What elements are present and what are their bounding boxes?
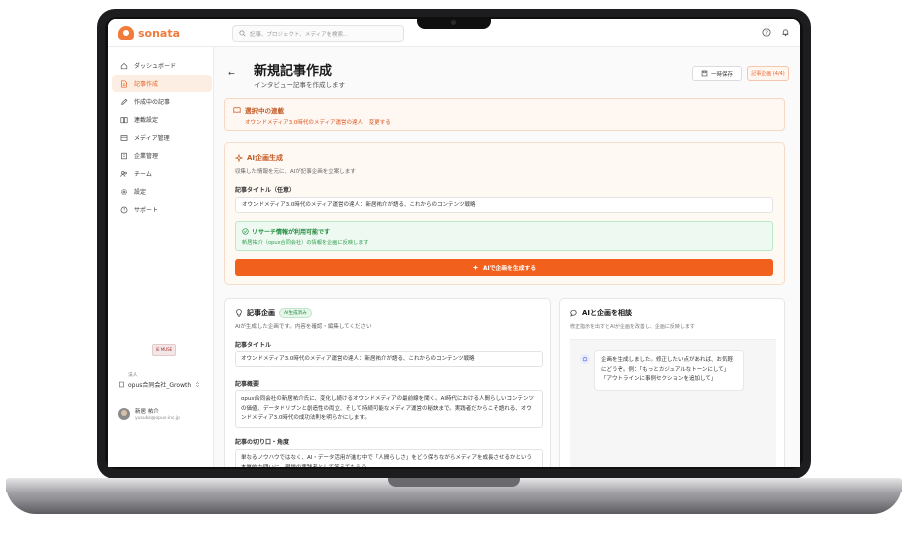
plan-summary-textarea[interactable]: opus合同会社の新居祐介氏に、変化し続けるオウンドメディアの最前線を聞く。AI…: [235, 390, 543, 428]
sidebar-item-series[interactable]: 連載設定: [112, 111, 212, 128]
sidebar-item-label: 設定: [134, 189, 147, 196]
chat-icon: [570, 309, 577, 317]
sidebar: ダッシュボード 記事作成 作成中の記事 連載設定 メディア管理 企業管理 チーム…: [108, 47, 214, 467]
selected-series-box: 選択中の連載 オウンドメディア3.0時代のメディア運営の達人 変更する: [224, 98, 785, 131]
sidebar-item-company[interactable]: 企業管理: [112, 147, 212, 164]
pencil-icon: [121, 98, 128, 105]
title-field-label: 記事タイトル（任意）: [235, 187, 296, 194]
chat-message-panel: 企画を生成しました。修正したい点があれば、お気軽にどうぞ。例：「もっとカジュアル…: [570, 339, 776, 467]
sidebar-item-media[interactable]: メディア管理: [112, 129, 212, 146]
help-icon[interactable]: ?: [762, 28, 771, 37]
sidebar-item-label: 連載設定: [134, 117, 159, 124]
sidebar-nav: ダッシュボード 記事作成 作成中の記事 連載設定 メディア管理 企業管理 チーム…: [112, 57, 212, 219]
laptop-hinge: [388, 478, 520, 487]
document-icon: [121, 79, 127, 88]
save-icon: [701, 70, 708, 77]
app-logo[interactable]: sonata: [118, 26, 180, 40]
chat-title: AIと企画を相談: [582, 309, 633, 317]
svg-text:?: ?: [123, 207, 125, 212]
gear-icon: [121, 188, 127, 195]
sidebar-item-dashboard[interactable]: ダッシュボード: [112, 57, 212, 74]
plan-title-input[interactable]: オウンドメディア3.0時代のメディア運営の達人：新居祐介が語る、これからのコンテ…: [235, 351, 543, 367]
plan-title-label: 記事タイトル: [235, 342, 272, 349]
team-icon: [120, 170, 127, 177]
main-content: ← 新規記事作成 インタビュー記事を作成します 一時保存 記事企画 (4/4) …: [214, 47, 800, 467]
book-open-icon: [233, 107, 241, 113]
plan-summary-label: 記事概要: [235, 381, 260, 388]
research-description: 新居祐介（opus合同会社）の情報を企画に反映します: [242, 240, 369, 246]
ai-generate-description: 収集した情報を元に、AIが記事企画を立案します: [235, 169, 356, 175]
page-title: 新規記事作成: [254, 64, 333, 79]
selected-series-value: オウンドメディア3.0時代のメディア運営の達人: [245, 120, 363, 126]
lightbulb-icon: [236, 309, 242, 317]
save-draft-label: 一時保存: [710, 71, 733, 78]
research-notice: リサーチ情報が利用可能です 新居祐介（opus合同会社）の情報を企画に反映します: [235, 221, 773, 251]
building-icon: [119, 381, 124, 388]
sparkle-icon: [235, 154, 243, 162]
research-title: リサーチ情報が利用可能です: [252, 229, 331, 236]
sidebar-item-label: 記事作成: [134, 81, 159, 88]
check-circle-icon: [242, 228, 249, 235]
org-switcher[interactable]: 法人 opus合同会社_Growth: [118, 371, 210, 389]
chat-description: 修正指示を出すとAIが企画を改善し、企画に反映します: [570, 324, 695, 330]
home-icon: [120, 62, 128, 69]
page-subtitle: インタビュー記事を作成します: [254, 81, 345, 89]
title-input[interactable]: オウンドメディア3.0時代のメディア運営の達人：新居祐介が語る、これからのコンテ…: [235, 197, 773, 213]
bot-icon: [582, 356, 588, 362]
book-icon: [120, 116, 128, 123]
search-icon: [239, 30, 246, 37]
change-series-link[interactable]: 変更する: [369, 120, 391, 126]
sidebar-item-article-create[interactable]: 記事作成: [112, 75, 212, 92]
plan-angle-label: 記事の切り口・角度: [235, 439, 290, 446]
plan-angle-textarea[interactable]: 単なるノウハウではなく、AI・データ活用が進む中で「人間らしさ」をどう保ちながら…: [235, 449, 543, 467]
sidebar-item-label: メディア管理: [134, 135, 170, 142]
ai-generate-panel: AI企画生成 収集した情報を元に、AIが記事企画を立案します 記事タイトル（任意…: [224, 142, 785, 285]
sidebar-item-label: チーム: [134, 171, 152, 178]
avatar: [118, 408, 130, 420]
chevron-updown-icon: [196, 381, 200, 388]
generate-plan-button[interactable]: AIで企画を生成する: [235, 259, 773, 276]
svg-text:?: ?: [765, 30, 768, 36]
logo-icon: [118, 26, 134, 40]
user-profile[interactable]: 新居 祐介 yusuke@opus-inc.jp: [118, 407, 210, 421]
help-icon: ?: [120, 206, 128, 213]
search-placeholder: 記事、プロジェクト、メディアを検索...: [250, 31, 349, 38]
user-email: yusuke@opus-inc.jp: [135, 416, 180, 421]
camera-icon: [451, 20, 456, 25]
promo-banner[interactable]: IE MUSE: [152, 344, 176, 356]
media-icon: [120, 134, 128, 141]
step-badge: 記事企画 (4/4): [747, 66, 789, 81]
app-screen: sonata 記事、プロジェクト、メディアを検索... ? ダッシュボード 記事…: [108, 19, 800, 467]
sidebar-item-drafts[interactable]: 作成中の記事: [112, 93, 212, 110]
search-input[interactable]: 記事、プロジェクト、メディアを検索...: [232, 25, 404, 42]
org-label: 法人: [128, 373, 138, 378]
sidebar-item-settings[interactable]: 設定: [112, 183, 212, 200]
sparkle-icon: [472, 264, 479, 271]
sidebar-item-team[interactable]: チーム: [112, 165, 212, 182]
building-icon: [121, 152, 127, 159]
sidebar-item-label: 作成中の記事: [134, 99, 171, 106]
ai-chat-card: AIと企画を相談 修正指示を出すとAIが企画を改善し、企画に反映します 企画を生…: [559, 298, 785, 467]
article-plan-card: 記事企画 AI生成済み AIが生成した企画です。内容を確認・編集してください 記…: [224, 298, 551, 467]
brand-name: sonata: [138, 26, 181, 40]
bot-avatar: [580, 354, 590, 364]
save-draft-button[interactable]: 一時保存: [692, 66, 742, 81]
bell-icon[interactable]: [781, 28, 790, 37]
sidebar-item-label: 企業管理: [134, 153, 159, 160]
plan-title: 記事企画: [247, 309, 275, 317]
sidebar-item-label: ダッシュボード: [134, 63, 177, 70]
user-name: 新居 祐介: [135, 409, 159, 415]
ai-generated-badge: AI生成済み: [279, 308, 312, 318]
sidebar-item-support[interactable]: ? サポート: [112, 201, 212, 218]
generate-plan-label: AIで企画を生成する: [482, 266, 537, 272]
back-arrow-icon[interactable]: ←: [228, 69, 235, 78]
selected-series-title: 選択中の連載: [245, 107, 284, 115]
org-name: opus合同会社_Growth: [128, 382, 192, 389]
ai-generate-title: AI企画生成: [247, 154, 284, 162]
sidebar-item-label: サポート: [134, 207, 159, 214]
chat-message: 企画を生成しました。修正したい点があれば、お気軽にどうぞ。例：「もっとカジュアル…: [594, 350, 744, 391]
plan-description: AIが生成した企画です。内容を確認・編集してください: [235, 324, 372, 330]
